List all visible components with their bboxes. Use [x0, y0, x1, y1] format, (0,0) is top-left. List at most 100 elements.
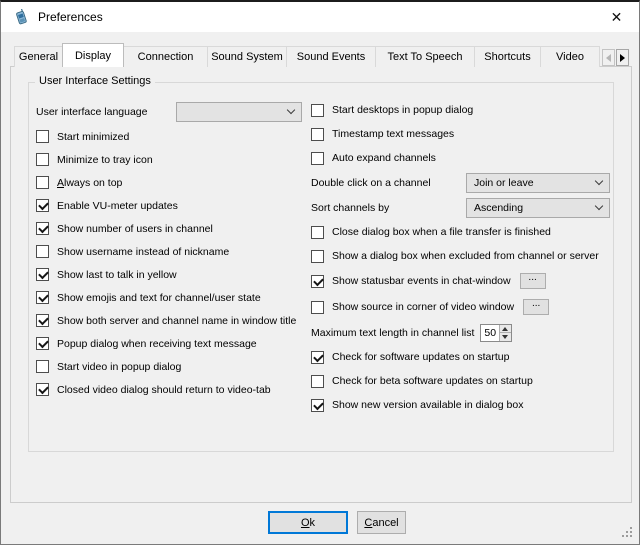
max-text-length-spinner[interactable]: 50 [480, 324, 512, 342]
checkbox-label[interactable]: Closed video dialog should return to vid… [57, 384, 271, 396]
source-corner-video-checkbox[interactable] [311, 301, 324, 314]
checkbox-label[interactable]: Show emojis and text for channel/user st… [57, 292, 261, 304]
show-user-count-checkbox[interactable] [36, 222, 49, 235]
start-desktops-popup-checkbox[interactable] [311, 104, 324, 117]
row-last-to-talk: Show last to talk in yellow [36, 263, 312, 286]
auto-expand-channels-checkbox[interactable] [311, 152, 324, 165]
resize-grip[interactable] [622, 527, 634, 539]
source-corner-browse-button[interactable]: ... [523, 299, 549, 315]
spin-down-icon[interactable] [500, 333, 511, 341]
show-new-version-checkbox[interactable] [311, 399, 324, 412]
checkbox-label[interactable]: Timestamp text messages [332, 128, 454, 140]
checkbox-label[interactable]: Show statusbar events in chat-window [332, 275, 511, 287]
dialog-when-excluded-checkbox[interactable] [311, 250, 324, 263]
row-show-user-count: Show number of users in channel [36, 217, 312, 240]
checkbox-label[interactable]: Close dialog box when a file transfer is… [332, 226, 551, 238]
checkbox-label[interactable]: Check for software updates on startup [332, 351, 509, 363]
minimize-to-tray-checkbox[interactable] [36, 153, 49, 166]
closed-video-return-checkbox[interactable] [36, 383, 49, 396]
combo-value: Ascending [474, 202, 523, 214]
always-on-top-checkbox[interactable] [36, 176, 49, 189]
checkbox-label[interactable]: Show username instead of nickname [57, 246, 229, 258]
row-check-beta-updates: Check for beta software updates on start… [311, 369, 626, 393]
row-show-username: Show username instead of nickname [36, 240, 312, 263]
checkbox-label[interactable]: Enable VU-meter updates [57, 200, 178, 212]
ok-button[interactable]: Ok [268, 511, 348, 534]
sort-channels-label: Sort channels by [311, 202, 389, 214]
sort-channels-row: Sort channels by Ascending [311, 195, 626, 220]
left-column: User interface language Start minimized … [36, 98, 312, 401]
spinner-arrows [499, 325, 511, 341]
check-beta-updates-checkbox[interactable] [311, 375, 324, 388]
cancel-button[interactable]: Cancel [357, 511, 406, 534]
row-vu-meter: Enable VU-meter updates [36, 194, 312, 217]
show-username-checkbox[interactable] [36, 245, 49, 258]
app-icon [13, 9, 29, 25]
start-minimized-checkbox[interactable] [36, 130, 49, 143]
checkbox-label[interactable]: Start video in popup dialog [57, 361, 181, 373]
checkbox-label[interactable]: Show both server and channel name in win… [57, 315, 296, 327]
row-minimize-to-tray: Minimize to tray icon [36, 148, 312, 171]
checkbox-label[interactable]: Always on top [57, 177, 122, 189]
tab-bar: General Display Connection Sound System … [14, 43, 603, 67]
row-dialog-when-excluded: Show a dialog box when excluded from cha… [311, 244, 626, 268]
enable-vu-meter-checkbox[interactable] [36, 199, 49, 212]
max-text-length-label: Maximum text length in channel list [311, 327, 474, 339]
statusbar-events-checkbox[interactable] [311, 275, 324, 288]
row-always-on-top: Always on top [36, 171, 312, 194]
tab-connection[interactable]: Connection [123, 46, 208, 67]
checkbox-label[interactable]: Start minimized [57, 131, 129, 143]
show-emojis-checkbox[interactable] [36, 291, 49, 304]
row-server-channel-title: Show both server and channel name in win… [36, 309, 312, 332]
row-close-dialog-file-transfer: Close dialog box when a file transfer is… [311, 220, 626, 244]
checkbox-label[interactable]: Popup dialog when receiving text message [57, 338, 257, 350]
tab-text-to-speech[interactable]: Text To Speech [375, 46, 475, 67]
timestamp-messages-checkbox[interactable] [311, 128, 324, 141]
tab-video[interactable]: Video [540, 46, 600, 67]
row-check-updates: Check for software updates on startup [311, 345, 626, 369]
server-channel-title-checkbox[interactable] [36, 314, 49, 327]
checkbox-label[interactable]: Auto expand channels [332, 152, 436, 164]
start-video-popup-checkbox[interactable] [36, 360, 49, 373]
tab-sound-system[interactable]: Sound System [207, 46, 287, 67]
checkbox-label[interactable]: Check for beta software updates on start… [332, 375, 533, 387]
scroll-left-icon [606, 54, 611, 62]
tab-scroll-right-button[interactable] [616, 49, 629, 66]
double-click-select[interactable]: Join or leave [466, 173, 610, 193]
tab-scroll-left-button[interactable] [602, 49, 615, 66]
checkbox-label[interactable]: Show new version available in dialog box [332, 399, 523, 411]
checkbox-label[interactable]: Show last to talk in yellow [57, 269, 177, 281]
user-interface-language-select[interactable] [176, 102, 302, 122]
row-show-emojis: Show emojis and text for channel/user st… [36, 286, 312, 309]
preferences-dialog: Preferences ✕ General Display Connection… [0, 0, 640, 545]
double-click-label: Double click on a channel [311, 177, 431, 189]
row-timestamp-messages: Timestamp text messages [311, 122, 626, 146]
chevron-down-icon [287, 106, 295, 114]
close-icon[interactable]: ✕ [594, 2, 639, 32]
titlebar[interactable]: Preferences ✕ [1, 2, 639, 32]
cancel-button-label: Cancel [364, 517, 398, 529]
display-tab-page: User Interface Settings User interface l… [10, 66, 632, 503]
tab-sound-events[interactable]: Sound Events [286, 46, 376, 67]
window-title: Preferences [38, 10, 103, 24]
close-dialog-file-transfer-checkbox[interactable] [311, 226, 324, 239]
popup-text-message-checkbox[interactable] [36, 337, 49, 350]
statusbar-events-browse-button[interactable]: ... [520, 273, 546, 289]
spin-up-icon[interactable] [500, 325, 511, 334]
tab-display[interactable]: Display [62, 43, 124, 67]
checkbox-label[interactable]: Show a dialog box when excluded from cha… [332, 250, 599, 262]
row-start-minimized: Start minimized [36, 125, 312, 148]
language-label: User interface language [36, 106, 148, 118]
spinner-value: 50 [481, 325, 499, 341]
sort-channels-select[interactable]: Ascending [466, 198, 610, 218]
checkbox-label[interactable]: Start desktops in popup dialog [332, 104, 473, 116]
row-start-desktops-popup: Start desktops in popup dialog [311, 98, 626, 122]
tab-shortcuts[interactable]: Shortcuts [474, 46, 541, 67]
ok-button-label: Ok [301, 517, 315, 529]
check-updates-checkbox[interactable] [311, 351, 324, 364]
tab-general[interactable]: General [14, 46, 63, 67]
checkbox-label[interactable]: Show number of users in channel [57, 223, 213, 235]
checkbox-label[interactable]: Show source in corner of video window [332, 301, 514, 313]
last-to-talk-checkbox[interactable] [36, 268, 49, 281]
checkbox-label[interactable]: Minimize to tray icon [57, 154, 153, 166]
